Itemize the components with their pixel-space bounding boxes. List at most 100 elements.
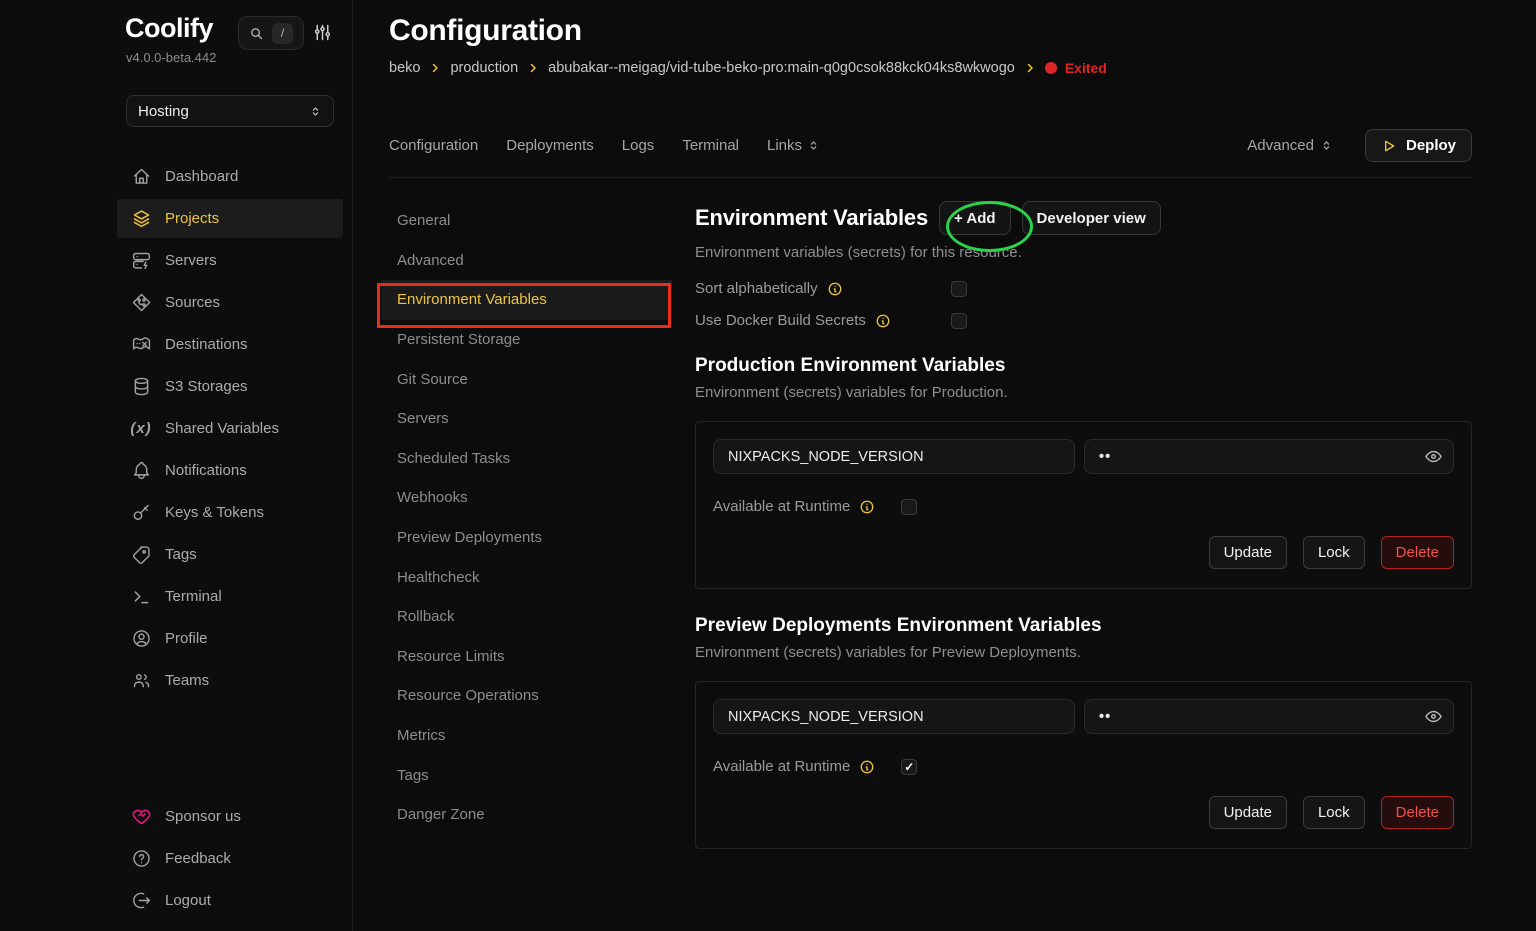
sidebar-item-teams[interactable]: Teams	[117, 661, 343, 700]
search-icon	[249, 26, 264, 41]
subnav-general[interactable]: General	[381, 201, 695, 241]
env-value-input[interactable]	[1084, 439, 1454, 474]
sidebar-item-sponsor-us[interactable]: Sponsor us	[117, 797, 343, 836]
sidebar-item-dashboard[interactable]: Dashboard	[117, 157, 343, 196]
add-variable-button[interactable]: + Add	[939, 201, 1011, 235]
sort-alphabetically-label: Sort alphabetically	[695, 280, 818, 297]
tag-icon	[130, 544, 152, 565]
lock-button[interactable]: Lock	[1303, 796, 1365, 829]
bell-icon	[130, 460, 152, 481]
developer-view-button[interactable]: Developer view	[1022, 201, 1161, 235]
search-button[interactable]: /	[238, 16, 304, 50]
env-variables-subtitle: Environment variables (secrets) for this…	[695, 244, 1472, 261]
sidebar-item-terminal[interactable]: Terminal	[117, 577, 343, 616]
subnav-danger-zone[interactable]: Danger Zone	[381, 795, 695, 835]
subnav-resource-operations[interactable]: Resource Operations	[381, 676, 695, 716]
subnav-healthcheck[interactable]: Healthcheck	[381, 557, 695, 597]
tab-links[interactable]: Links	[767, 137, 820, 154]
sort-alphabetically-checkbox[interactable]	[951, 281, 967, 297]
available-at-runtime-row: Available at Runtime ✓	[713, 758, 1454, 775]
advanced-dropdown[interactable]: Advanced	[1247, 137, 1333, 154]
settings-subnav: General Advanced Environment Variables P…	[381, 201, 695, 849]
sidebar-item-s3-storages[interactable]: S3 Storages	[117, 367, 343, 406]
subnav-tags[interactable]: Tags	[381, 755, 695, 795]
selector-chevrons-icon	[807, 139, 820, 152]
settings-sliders-icon[interactable]	[312, 22, 333, 43]
app-logo: Coolify	[125, 13, 213, 44]
info-icon	[859, 759, 875, 775]
docker-build-secrets-label: Use Docker Build Secrets	[695, 312, 866, 329]
subnav-rollback[interactable]: Rollback	[381, 597, 695, 637]
deploy-button[interactable]: Deploy	[1365, 129, 1472, 162]
team-selector-value: Hosting	[138, 103, 189, 120]
subnav-environment-variables[interactable]: Environment Variables	[381, 280, 672, 320]
users-icon	[130, 670, 152, 691]
chevron-right-icon	[527, 62, 539, 74]
available-at-runtime-label: Available at Runtime	[713, 498, 850, 515]
tab-logs[interactable]: Logs	[622, 137, 655, 154]
subnav-persistent-storage[interactable]: Persistent Storage	[381, 320, 695, 360]
coolify-app: Coolify / v4.0.0-beta.442 Hosting Dashbo…	[0, 0, 1536, 931]
production-env-var-card: Available at Runtime Update Lock Delete	[695, 421, 1472, 589]
update-button[interactable]: Update	[1209, 796, 1287, 829]
preview-env-title: Preview Deployments Environment Variable…	[695, 615, 1472, 637]
available-at-runtime-checkbox[interactable]: ✓	[901, 759, 917, 775]
sidebar-item-sources[interactable]: Sources	[117, 283, 343, 322]
eye-icon	[1424, 707, 1443, 726]
team-selector[interactable]: Hosting	[126, 95, 334, 127]
home-icon	[130, 166, 152, 187]
preview-env-var-card: Available at Runtime ✓ Update Lock Delet…	[695, 681, 1472, 849]
tab-deployments[interactable]: Deployments	[506, 137, 594, 154]
reveal-value-button[interactable]	[1424, 447, 1443, 466]
status-dot-icon	[1045, 62, 1057, 74]
slash-shortcut-badge: /	[272, 23, 293, 44]
selector-chevrons-icon	[1320, 139, 1333, 152]
subnav-scheduled-tasks[interactable]: Scheduled Tasks	[381, 439, 695, 479]
sidebar-item-projects[interactable]: Projects	[117, 199, 343, 238]
subnav-git-source[interactable]: Git Source	[381, 359, 695, 399]
env-key-input[interactable]	[713, 699, 1075, 734]
sidebar-item-notifications[interactable]: Notifications	[117, 451, 343, 490]
git-source-icon	[130, 292, 152, 313]
subnav-metrics[interactable]: Metrics	[381, 716, 695, 756]
help-circle-icon	[130, 848, 152, 869]
sidebar-item-servers[interactable]: Servers	[117, 241, 343, 280]
sidebar-item-keys-tokens[interactable]: Keys & Tokens	[117, 493, 343, 532]
tab-divider	[389, 177, 1472, 178]
status-label: Exited	[1065, 60, 1107, 76]
sidebar-item-logout[interactable]: Logout	[117, 881, 343, 920]
env-value-input[interactable]	[1084, 699, 1454, 734]
env-key-input[interactable]	[713, 439, 1075, 474]
update-button[interactable]: Update	[1209, 536, 1287, 569]
delete-button[interactable]: Delete	[1381, 796, 1454, 829]
breadcrumb: beko production abubakar--meigag/vid-tub…	[389, 60, 1472, 76]
lock-button[interactable]: Lock	[1303, 536, 1365, 569]
info-icon	[859, 499, 875, 515]
sidebar-item-feedback[interactable]: Feedback	[117, 839, 343, 878]
sidebar: Coolify / v4.0.0-beta.442 Hosting Dashbo…	[0, 0, 353, 931]
available-at-runtime-checkbox[interactable]	[901, 499, 917, 515]
sidebar-item-profile[interactable]: Profile	[117, 619, 343, 658]
breadcrumb-environment[interactable]: production	[450, 60, 518, 76]
env-variables-title: Environment Variables	[695, 205, 928, 231]
tab-configuration[interactable]: Configuration	[389, 137, 478, 154]
sidebar-item-destinations[interactable]: Destinations	[117, 325, 343, 364]
delete-button[interactable]: Delete	[1381, 536, 1454, 569]
production-env-title: Production Environment Variables	[695, 355, 1472, 377]
available-at-runtime-row: Available at Runtime	[713, 498, 1454, 515]
docker-build-secrets-checkbox[interactable]	[951, 313, 967, 329]
subnav-resource-limits[interactable]: Resource Limits	[381, 637, 695, 677]
tab-terminal[interactable]: Terminal	[682, 137, 739, 154]
tab-bar: Configuration Deployments Logs Terminal …	[389, 129, 1472, 162]
breadcrumb-resource[interactable]: abubakar--meigag/vid-tube-beko-pro:main-…	[548, 60, 1015, 76]
sidebar-item-shared-variables[interactable]: (x) Shared Variables	[117, 409, 343, 448]
subnav-servers[interactable]: Servers	[381, 399, 695, 439]
sidebar-item-tags[interactable]: Tags	[117, 535, 343, 574]
breadcrumb-project[interactable]: beko	[389, 60, 420, 76]
eye-icon	[1424, 447, 1443, 466]
reveal-value-button[interactable]	[1424, 707, 1443, 726]
subnav-advanced[interactable]: Advanced	[381, 241, 695, 281]
chevron-right-icon	[1024, 62, 1036, 74]
subnav-preview-deployments[interactable]: Preview Deployments	[381, 518, 695, 558]
subnav-webhooks[interactable]: Webhooks	[381, 478, 695, 518]
